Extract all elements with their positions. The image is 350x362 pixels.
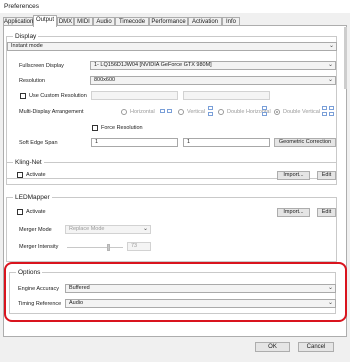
- merger-mode-label: Merger Mode: [19, 227, 52, 233]
- resolution-select[interactable]: 800x600 ⌄: [90, 76, 336, 85]
- cancel-button[interactable]: Cancel: [298, 342, 334, 352]
- options-highlight-annotation: [4, 262, 347, 322]
- display-legend: Display: [13, 33, 39, 40]
- ok-button[interactable]: OK: [255, 342, 290, 352]
- resolution-value: 800x600: [94, 77, 116, 83]
- kling-net-group: Kling-Net Activate Import... Edit: [6, 159, 337, 185]
- multi-display-label: Multi-Display Arrangement: [19, 109, 84, 115]
- screen-icon: [160, 109, 165, 113]
- merger-intensity-field[interactable]: 73: [127, 242, 151, 251]
- ledmapper-activate-label: Activate: [26, 209, 46, 215]
- screen-icon: [167, 109, 172, 113]
- custom-height-field[interactable]: [183, 91, 270, 100]
- scrollbar[interactable]: [344, 27, 347, 89]
- horizontal-radio[interactable]: [121, 109, 127, 115]
- chevron-down-icon: ⌄: [328, 43, 334, 49]
- fullscreen-display-label: Fullscreen Display: [19, 63, 64, 69]
- screen-icon: [329, 112, 334, 116]
- merger-intensity-track[interactable]: [67, 247, 123, 248]
- vertical-radio[interactable]: [178, 109, 184, 115]
- screen-icon: [329, 106, 334, 110]
- ledmapper-import-button[interactable]: Import...: [277, 208, 310, 217]
- fullscreen-display-select[interactable]: 1- LQ156D1JW04 [NVIDIA GeForce GTX 980M]…: [90, 61, 336, 70]
- ledmapper-legend: LEDMapper: [13, 194, 52, 201]
- merger-intensity-slider-thumb[interactable]: [107, 244, 110, 251]
- double-vertical-radio[interactable]: [274, 109, 280, 115]
- chevron-down-icon: ⌄: [142, 226, 148, 232]
- kling-net-edit-button[interactable]: Edit: [317, 171, 336, 180]
- geometric-correction-button[interactable]: Geometric Correction: [274, 138, 336, 147]
- double-horizontal-radio[interactable]: [218, 109, 224, 115]
- soft-edge-span-field-1[interactable]: 1: [91, 138, 178, 147]
- custom-resolution-checkbox[interactable]: [20, 93, 26, 99]
- ledmapper-activate-checkbox[interactable]: [17, 209, 23, 215]
- force-resolution-label: Force Resolution: [101, 125, 143, 131]
- screen-icon: [322, 112, 327, 116]
- display-mode-value: Instant mode: [11, 43, 43, 49]
- tab-output[interactable]: Output: [33, 15, 57, 27]
- custom-width-field[interactable]: [91, 91, 178, 100]
- kling-net-legend: Kling-Net: [13, 159, 44, 166]
- screen-icon: [208, 106, 213, 110]
- screen-icon: [208, 112, 213, 116]
- chevron-down-icon: ⌄: [327, 77, 333, 83]
- resolution-label: Resolution: [19, 78, 45, 84]
- custom-resolution-label: Use Custom Resolution: [29, 93, 87, 99]
- chevron-down-icon: ⌄: [327, 62, 333, 68]
- horizontal-label: Horizontal: [130, 109, 155, 115]
- merger-mode-value: Replace Mode: [69, 226, 105, 232]
- double-vertical-label: Double Vertical: [283, 109, 320, 115]
- title-bar: Preferences: [0, 0, 350, 13]
- display-mode-select[interactable]: Instant mode ⌄: [7, 42, 337, 51]
- fullscreen-display-value: 1- LQ156D1JW04 [NVIDIA GeForce GTX 980M]: [94, 62, 212, 68]
- screen-icon: [262, 112, 267, 116]
- screen-icon: [262, 106, 267, 110]
- merger-intensity-label: Merger Intensity: [19, 244, 59, 250]
- kling-net-activate-checkbox[interactable]: [17, 172, 23, 178]
- window-title: Preferences: [4, 3, 40, 10]
- soft-edge-span-field-2[interactable]: 1: [183, 138, 270, 147]
- kling-net-activate-label: Activate: [26, 172, 46, 178]
- force-resolution-checkbox[interactable]: [92, 125, 98, 131]
- vertical-label: Vertical: [187, 109, 206, 115]
- display-group: Display Instant mode ⌄ Fullscreen Displa…: [6, 33, 337, 179]
- merger-mode-select[interactable]: Replace Mode ⌄: [65, 225, 151, 234]
- kling-net-import-button[interactable]: Import...: [277, 171, 310, 180]
- ledmapper-edit-button[interactable]: Edit: [317, 208, 336, 217]
- ledmapper-group: LEDMapper Activate Import... Edit Merger…: [6, 194, 337, 262]
- soft-edge-span-label: Soft Edge Span: [19, 140, 58, 146]
- screen-icon: [322, 106, 327, 110]
